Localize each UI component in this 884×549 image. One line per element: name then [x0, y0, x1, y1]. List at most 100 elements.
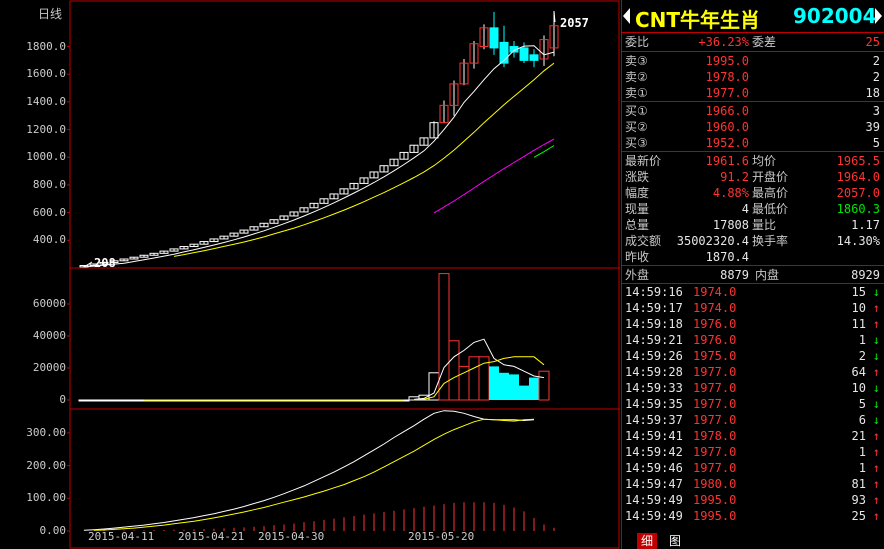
ask-volume: 2 [872, 70, 880, 84]
tick-time: 14:59:16 [625, 285, 683, 299]
inner-volume-label: 内盘 [755, 268, 780, 282]
prev-stock-arrow-icon[interactable] [623, 8, 630, 24]
stat-label: 幅度 [625, 186, 650, 200]
volume-bar [428, 372, 440, 401]
tick-price: 1976.0 [693, 333, 737, 347]
prev-close-value: 1870.4 [705, 250, 749, 264]
kline-chart-canvas[interactable] [0, 0, 620, 549]
arrow-down-icon: ↓ [872, 413, 880, 427]
bid-row: 买② 1960.0 39 [621, 119, 884, 135]
tick-time: 14:59:28 [625, 365, 683, 379]
stat-row: 总量 17808 量比 1.17 [621, 217, 884, 233]
next-stock-arrow-icon[interactable] [875, 8, 882, 24]
stat-value: 91.2 [720, 170, 749, 184]
tick-time: 14:59:37 [625, 413, 683, 427]
volume-y-label: 0 [59, 393, 66, 406]
arrow-up-icon: ↑ [872, 445, 880, 459]
tick-time: 14:59:41 [625, 429, 683, 443]
stat-label: 最新价 [625, 154, 662, 168]
stat-value: 1965.5 [836, 154, 880, 168]
tick-row: 14:59:35 1977.0 5 ↓ [621, 396, 884, 412]
kline-ma60-line [533, 145, 555, 158]
arrow-up-icon: ↑ [872, 365, 880, 379]
ask-volume: 2 [872, 54, 880, 68]
bid-label: 买③ [625, 136, 648, 150]
amount-ma1-line [83, 410, 535, 531]
kline-y-label: 400.0 [32, 233, 66, 247]
tick-row: 14:59:46 1977.0 1 ↑ [621, 460, 884, 476]
ask-price: 1977.0 [705, 86, 749, 100]
arrow-down-icon: ↓ [872, 397, 880, 411]
arrow-down-icon: ↓ [872, 349, 880, 363]
prev-close-row: 昨收 1870.4 [621, 249, 884, 265]
arrow-up-icon: ↑ [872, 509, 880, 523]
candle-body [489, 27, 499, 49]
weibi-value: +36.23% [698, 35, 749, 49]
weicha-label: 委差 [752, 35, 777, 49]
x-axis-date-label: 2015-04-11 [88, 530, 155, 543]
stat-value: 1964.0 [836, 170, 880, 184]
inner-outer-row: 外盘 8879 内盘 8929 [621, 267, 884, 283]
bid-row: 买① 1966.0 3 [621, 103, 884, 119]
bid-label: 买① [625, 104, 648, 118]
bid-price: 1952.0 [705, 136, 749, 150]
arrow-down-icon: ↓ [872, 285, 880, 299]
bid-row: 买③ 1952.0 5 [621, 135, 884, 151]
x-axis-date-label: 2015-04-21 [178, 530, 245, 543]
bid-price: 1966.0 [705, 104, 749, 118]
kline-ma5-line [83, 45, 555, 268]
kline-y-label: 1800.0 [26, 39, 66, 53]
tick-time: 14:59:49 [625, 493, 683, 507]
stat-value: 4 [741, 202, 749, 216]
ask-price: 1995.0 [705, 54, 749, 68]
amount-y-label: 300.00 [26, 425, 66, 439]
volume-y-label: 60000 [32, 297, 66, 310]
divider [621, 265, 884, 266]
tick-time: 14:59:49 [625, 509, 683, 523]
tick-price: 1975.0 [693, 349, 737, 363]
tick-volume: 81 [851, 477, 866, 491]
volume-bar [78, 399, 90, 402]
arrow-up-icon: ↑ [872, 429, 880, 443]
stock-title-bar: CNT牛年生肖 902004 [621, 0, 884, 32]
tick-row: 14:59:33 1977.0 10 ↓ [621, 380, 884, 396]
tick-volume: 93 [851, 493, 866, 507]
tab-chart[interactable]: 图 [665, 533, 685, 549]
tick-row: 14:59:17 1974.0 10 ↑ [621, 300, 884, 316]
stat-label: 总量 [625, 218, 650, 232]
tick-volume: 2 [858, 349, 866, 363]
period-label: 日线 [38, 7, 63, 21]
volume-bar [118, 399, 130, 402]
arrow-up-icon: ↑ [872, 477, 880, 491]
stat-value: 35002320.4 [676, 234, 749, 248]
kline-chart-panel[interactable]: 日线 1800.0 1600.0 1400.0 1200.0 1000.0 800.0 60… [0, 0, 620, 549]
stat-value: 1.17 [851, 218, 880, 232]
volume-bar [499, 372, 509, 400]
tick-row: 14:59:47 1980.0 81 ↑ [621, 476, 884, 492]
tick-time: 14:59:17 [625, 301, 683, 315]
tab-detail[interactable]: 细 [637, 533, 658, 549]
weibi-label: 委比 [625, 35, 650, 49]
tick-row: 14:59:16 1974.0 15 ↓ [621, 284, 884, 300]
stock-code: 902004 [793, 4, 877, 28]
ask-row: 卖② 1978.0 2 [621, 69, 884, 85]
stat-value: 1961.6 [705, 154, 749, 168]
tick-time: 14:59:47 [625, 477, 683, 491]
tick-volume: 11 [851, 317, 866, 331]
tick-time: 14:59:26 [625, 349, 683, 363]
tick-price: 1995.0 [693, 493, 737, 507]
tick-price: 1977.0 [693, 365, 737, 379]
bid-price: 1960.0 [705, 120, 749, 134]
outer-volume-value: 8879 [720, 268, 749, 282]
ask-row: 卖③ 1995.0 2 [621, 53, 884, 69]
tick-price: 1977.0 [693, 397, 737, 411]
tick-price: 1980.0 [693, 477, 737, 491]
divider [621, 151, 884, 152]
volume-y-label: 20000 [32, 361, 66, 374]
volume-bar [88, 399, 100, 402]
stat-row: 成交额 35002320.4 换手率 14.30% [621, 233, 884, 249]
tick-volume: 15 [851, 285, 866, 299]
outer-volume-label: 外盘 [625, 268, 650, 282]
low-price-marker: 208 [94, 256, 116, 270]
tick-row: 14:59:37 1977.0 6 ↓ [621, 412, 884, 428]
